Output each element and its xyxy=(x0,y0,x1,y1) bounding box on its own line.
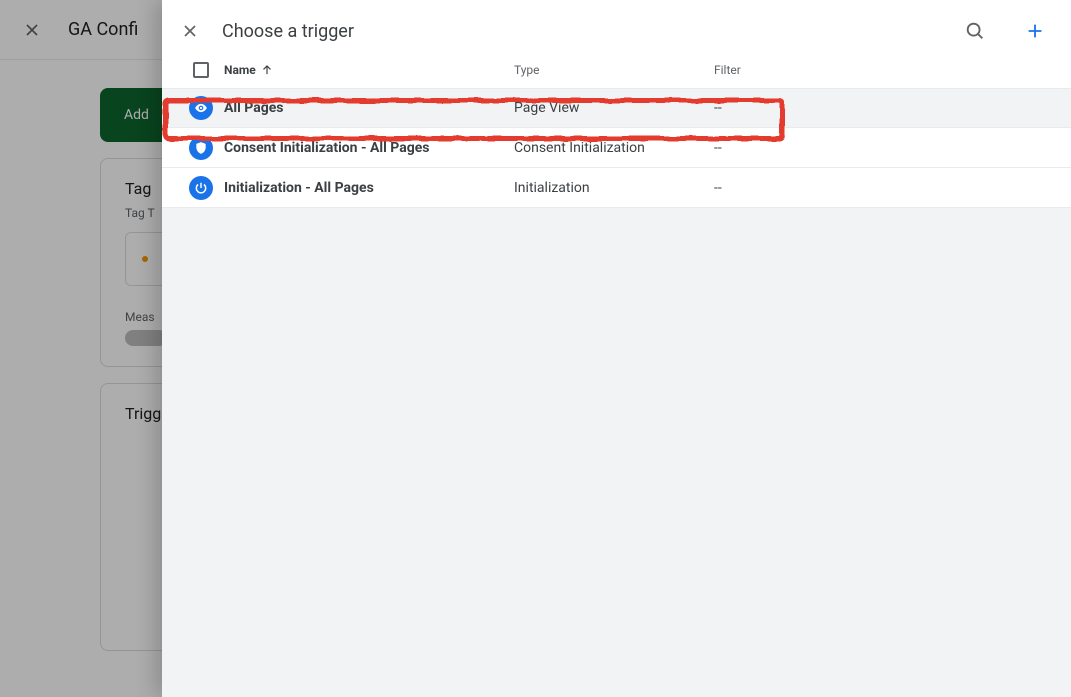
add-icon[interactable] xyxy=(1015,11,1055,51)
select-all-checkbox[interactable] xyxy=(178,62,224,78)
shield-icon xyxy=(189,136,213,160)
trigger-type: Page View xyxy=(514,100,714,116)
trigger-icon xyxy=(178,96,224,120)
trigger-type: Consent Initialization xyxy=(514,140,714,156)
trigger-filter: -- xyxy=(714,100,794,116)
column-type[interactable]: Type xyxy=(514,63,714,77)
search-icon[interactable] xyxy=(955,11,995,51)
choose-trigger-panel: Choose a trigger Name Type Filter xyxy=(162,0,1071,697)
eye-icon xyxy=(189,96,213,120)
panel-header: Choose a trigger xyxy=(162,0,1071,62)
trigger-name: All Pages xyxy=(224,100,514,116)
column-name[interactable]: Name xyxy=(224,63,514,77)
trigger-icon xyxy=(178,176,224,200)
trigger-row[interactable]: Consent Initialization - All PagesConsen… xyxy=(162,128,1071,168)
trigger-filter: -- xyxy=(714,140,794,156)
trigger-name: Initialization - All Pages xyxy=(224,180,514,196)
trigger-row[interactable]: All PagesPage View-- xyxy=(162,88,1071,128)
trigger-name: Consent Initialization - All Pages xyxy=(224,140,514,156)
column-filter[interactable]: Filter xyxy=(714,63,794,77)
panel-title: Choose a trigger xyxy=(222,21,354,42)
trigger-filter: -- xyxy=(714,180,794,196)
trigger-rows: All PagesPage View--Consent Initializati… xyxy=(162,88,1071,208)
sort-asc-icon xyxy=(260,63,274,77)
column-name-label: Name xyxy=(224,63,256,77)
panel-fill xyxy=(162,208,1071,697)
power-icon xyxy=(189,176,213,200)
trigger-type: Initialization xyxy=(514,180,714,196)
trigger-row[interactable]: Initialization - All PagesInitialization… xyxy=(162,168,1071,208)
trigger-icon xyxy=(178,136,224,160)
close-icon[interactable] xyxy=(178,19,202,43)
table-header: Name Type Filter xyxy=(162,62,1071,88)
